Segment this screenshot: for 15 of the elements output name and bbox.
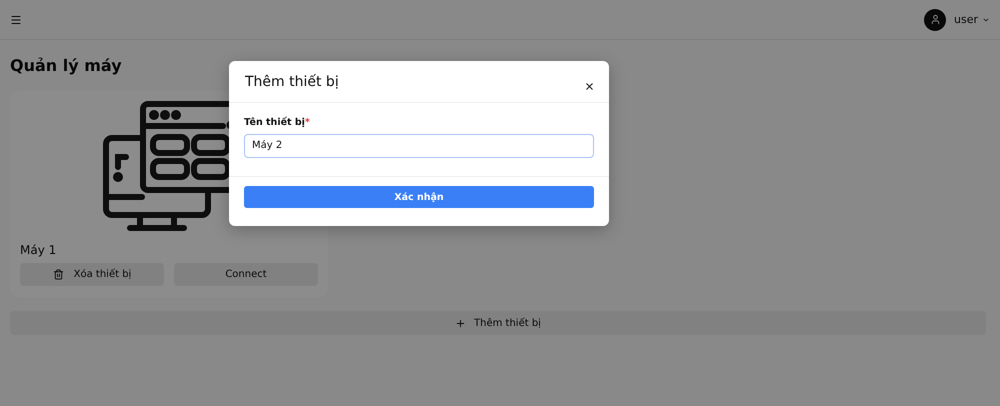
dialog-title: Thêm thiết bị: [245, 74, 339, 90]
device-name: Máy 1: [20, 243, 58, 257]
delete-button[interactable]: Xóa thiết bị: [20, 263, 164, 286]
connect-button[interactable]: Connect: [174, 263, 318, 286]
page-title: Quản lý máy: [10, 56, 123, 75]
name-input[interactable]: Máy 2: [244, 134, 594, 158]
plus-icon: [455, 318, 466, 328]
confirm-button[interactable]: Xác nhận: [244, 186, 594, 208]
menu-icon[interactable]: [10, 14, 22, 26]
avatar-icon[interactable]: [924, 8, 946, 30]
add-device-button[interactable]: Thêm thiết bị: [10, 311, 986, 335]
close-button[interactable]: [584, 81, 595, 92]
user-menu[interactable]: user: [954, 13, 990, 26]
trash-icon: [52, 269, 64, 280]
field-label: Tên thiết bị*: [244, 117, 311, 128]
